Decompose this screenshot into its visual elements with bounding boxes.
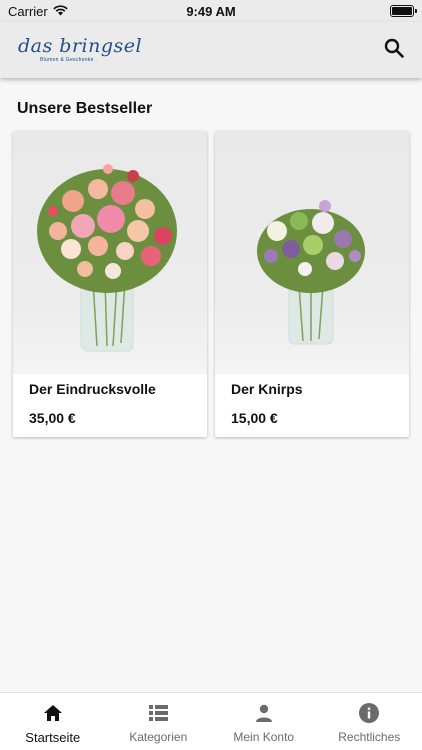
product-image-bouquet <box>215 131 409 374</box>
tab-label: Startseite <box>25 730 81 745</box>
product-card[interactable]: Der Eindrucksvolle 35,00 € <box>13 131 207 437</box>
logo-tagline: Blumen & Geschenke <box>40 57 94 63</box>
status-left: Carrier <box>8 4 68 19</box>
wifi-icon <box>53 4 68 19</box>
person-icon <box>253 702 275 724</box>
list-icon <box>147 702 169 724</box>
search-button[interactable] <box>382 38 406 62</box>
tab-label: Mein Konto <box>233 730 295 744</box>
product-price: 35,00 € <box>29 410 76 426</box>
info-icon <box>358 702 380 724</box>
tab-kategorien[interactable]: Kategorien <box>106 693 212 750</box>
product-name: Der Knirps <box>231 381 303 397</box>
search-icon <box>384 38 404 63</box>
product-name: Der Eindrucksvolle <box>29 381 156 397</box>
status-bar: Carrier 9:49 AM <box>0 0 422 22</box>
product-image-bouquet <box>13 131 207 374</box>
section-title: Unsere Bestseller <box>17 100 153 117</box>
product-card[interactable]: Der Knirps 15,00 € <box>215 131 409 437</box>
product-price: 15,00 € <box>231 410 278 426</box>
brand-logo[interactable]: das bringsel Blumen & Geschenke <box>18 37 142 63</box>
app-header: das bringsel Blumen & Geschenke <box>0 22 422 78</box>
carrier-label: Carrier <box>8 3 48 19</box>
logo-text: das bringsel <box>18 35 143 57</box>
tab-label: Rechtliches <box>338 730 401 744</box>
tab-mein-konto[interactable]: Mein Konto <box>211 693 317 750</box>
battery-icon <box>390 5 417 17</box>
tab-label: Kategorien <box>129 730 188 744</box>
tab-bar: Startseite Kategorien Mein Konto Rechtli… <box>0 692 422 750</box>
home-icon <box>42 702 64 724</box>
tab-rechtliches[interactable]: Rechtliches <box>317 693 422 750</box>
tab-startseite[interactable]: Startseite <box>0 693 106 750</box>
